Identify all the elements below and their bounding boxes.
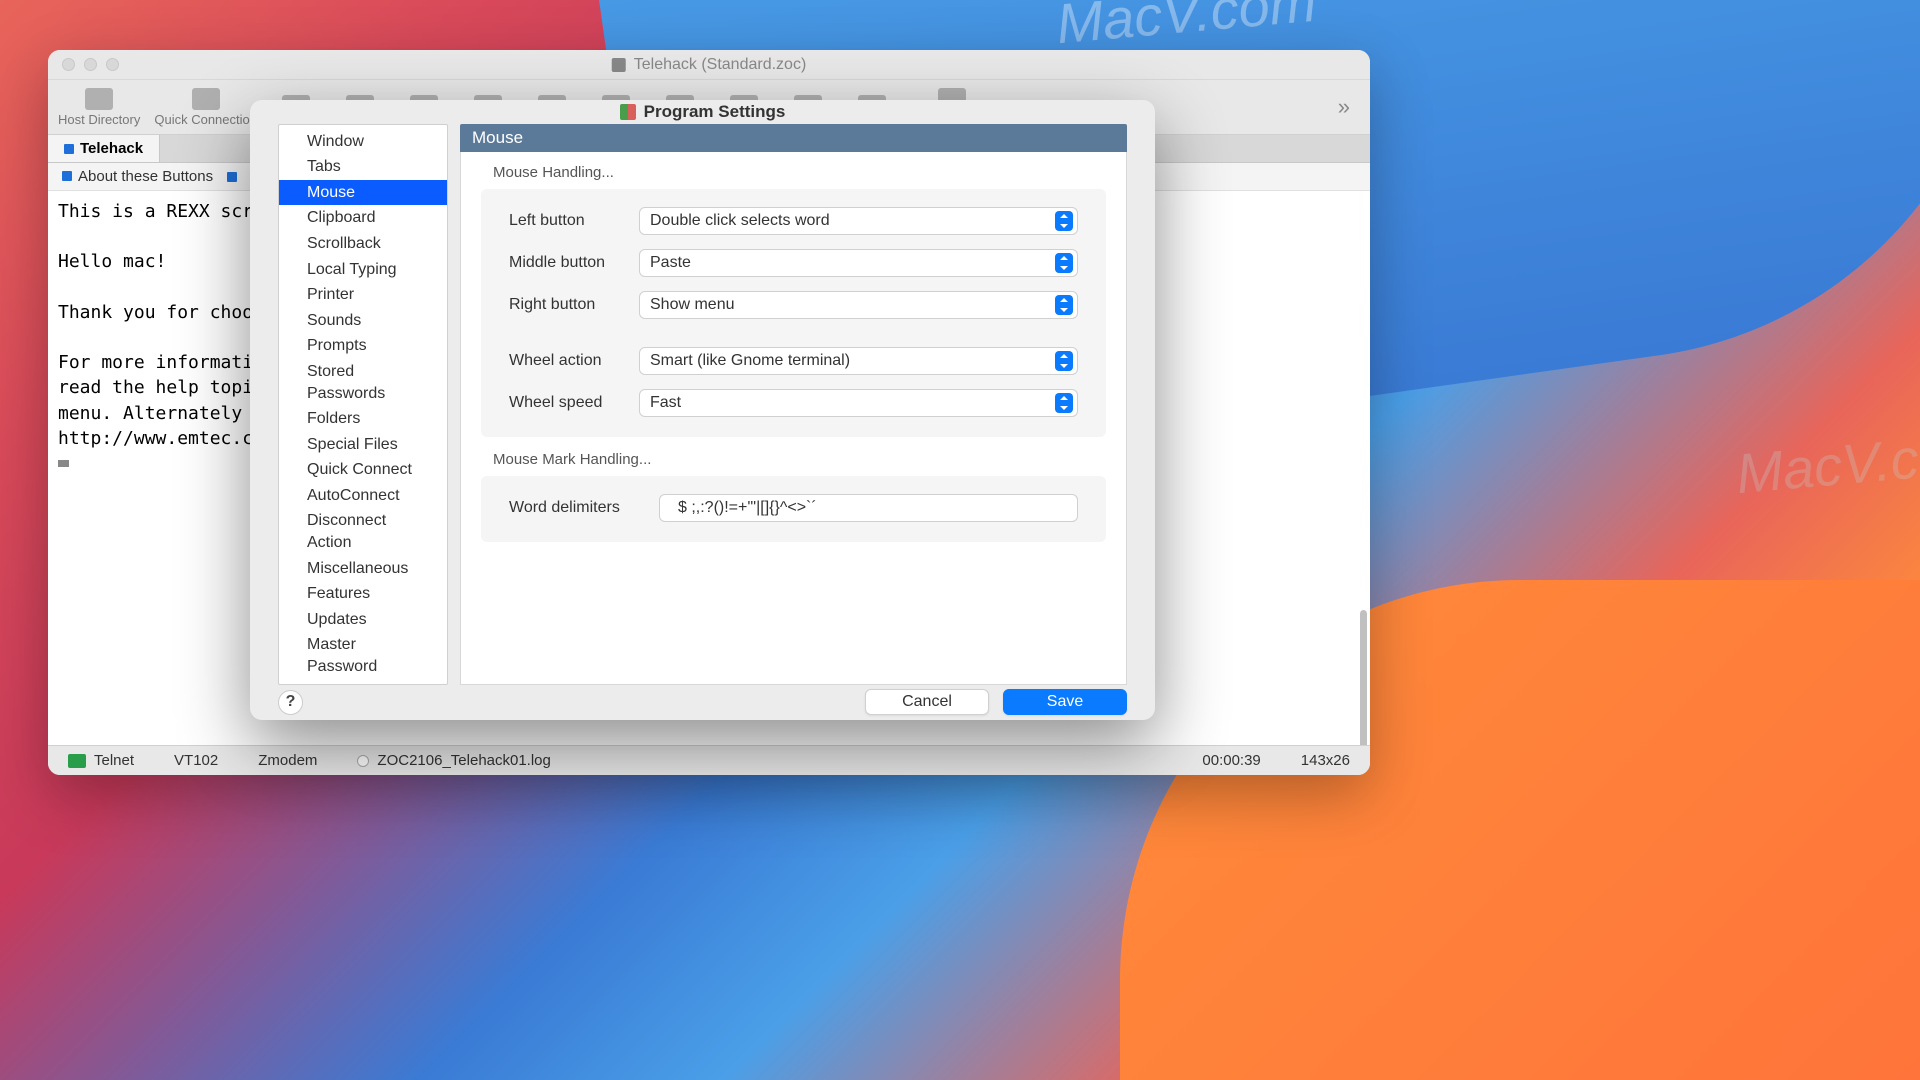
sidebar-item-sounds[interactable]: Sounds: [279, 308, 447, 334]
terminal-cursor: [58, 460, 69, 467]
sidebar-item-window[interactable]: Window: [279, 129, 447, 155]
settings-sidebar: WindowTabsMouseClipboardScrollbackLocal …: [278, 124, 448, 685]
sidebar-item-clipboard[interactable]: Clipboard: [279, 205, 447, 231]
watermark: MacV.co: [1734, 423, 1920, 506]
chevron-updown-icon: [1055, 393, 1073, 413]
sidebar-item-local-typing[interactable]: Local Typing: [279, 257, 447, 283]
sidebar-item-miscellaneous[interactable]: Miscellaneous: [279, 556, 447, 582]
word-delimiters-label: Word delimiters: [509, 499, 659, 517]
sidebar-item-master-password[interactable]: Master Password: [279, 632, 447, 679]
sidebar-item-special-files[interactable]: Special Files: [279, 432, 447, 458]
chevron-updown-icon: [1055, 253, 1073, 273]
dialog-body: WindowTabsMouseClipboardScrollbackLocal …: [250, 124, 1155, 685]
program-settings-dialog: Program Settings WindowTabsMouseClipboar…: [250, 100, 1155, 720]
dialog-titlebar[interactable]: Program Settings: [250, 100, 1155, 124]
bookmark-icon: [62, 171, 72, 181]
bookmark-icon[interactable]: [227, 172, 237, 182]
sidebar-item-updates[interactable]: Updates: [279, 607, 447, 633]
dialog-footer: ? Cancel Save: [250, 685, 1155, 720]
sidebar-item-folders[interactable]: Folders: [279, 406, 447, 432]
close-button[interactable]: [62, 58, 75, 71]
toolbar-overflow[interactable]: »: [1338, 94, 1360, 120]
wheel-action-select[interactable]: Smart (like Gnome terminal): [639, 347, 1078, 375]
wheel-speed-select[interactable]: Fast: [639, 389, 1078, 417]
word-delimiters-input[interactable]: $ ;,:?()!=+'"|[]{}^<>`´: [659, 494, 1078, 522]
status-size: 143x26: [1301, 752, 1350, 769]
group-label-mouse-handling: Mouse Handling...: [493, 164, 1106, 181]
right-button-select[interactable]: Show menu: [639, 291, 1078, 319]
window-title-icon: [612, 58, 626, 72]
window-title: Telehack (Standard.zoc): [612, 56, 807, 74]
save-button[interactable]: Save: [1003, 689, 1127, 715]
group-mouse-mark: Word delimiters $ ;,:?()!=+'"|[]{}^<>`´: [481, 476, 1106, 542]
wheel-speed-label: Wheel speed: [509, 394, 639, 412]
wheel-action-label: Wheel action: [509, 352, 639, 370]
minimize-button[interactable]: [84, 58, 97, 71]
group-mouse-handling: Left button Double click selects word Mi…: [481, 189, 1106, 437]
cancel-button[interactable]: Cancel: [865, 689, 989, 715]
connection-icon: [192, 88, 220, 110]
directory-icon: [85, 88, 113, 110]
middle-button-select[interactable]: Paste: [639, 249, 1078, 277]
left-button-label: Left button: [509, 212, 639, 230]
status-logfile[interactable]: ZOC2106_Telehack01.log: [357, 752, 550, 769]
tab-telehack[interactable]: Telehack: [48, 135, 160, 162]
settings-icon: [620, 104, 636, 120]
content-body: Mouse Handling... Left button Double cli…: [460, 152, 1127, 685]
middle-button-label: Middle button: [509, 254, 639, 272]
zoom-button[interactable]: [106, 58, 119, 71]
window-title-text: Telehack (Standard.zoc): [634, 56, 807, 74]
status-time: 00:00:39: [1202, 752, 1260, 769]
sidebar-item-features[interactable]: Features: [279, 581, 447, 607]
toolbar-label: Quick Connection: [154, 112, 257, 127]
status-transfer[interactable]: Zmodem: [258, 752, 317, 769]
right-button-label: Right button: [509, 296, 639, 314]
sidebar-item-prompts[interactable]: Prompts: [279, 333, 447, 359]
toolbar-label: Host Directory: [58, 112, 140, 127]
sidebar-item-printer[interactable]: Printer: [279, 282, 447, 308]
sidebar-item-disconnect-action[interactable]: Disconnect Action: [279, 508, 447, 555]
sidebar-item-mouse[interactable]: Mouse: [279, 180, 447, 206]
titlebar[interactable]: Telehack (Standard.zoc): [48, 50, 1370, 80]
toolbar-quick-connection[interactable]: Quick Connection: [154, 88, 257, 127]
dialog-title: Program Settings: [644, 102, 786, 122]
watermark: MacV.com: [1054, 0, 1319, 56]
tab-label: Telehack: [80, 140, 143, 157]
tab-icon: [64, 144, 74, 154]
sidebar-item-scrollback[interactable]: Scrollback: [279, 231, 447, 257]
statusbar: Telnet VT102 Zmodem ZOC2106_Telehack01.l…: [48, 745, 1370, 775]
chevron-updown-icon: [1055, 295, 1073, 315]
sidebar-item-quick-connect[interactable]: Quick Connect: [279, 457, 447, 483]
sidebar-item-stored-passwords[interactable]: Stored Passwords: [279, 359, 447, 406]
network-icon: [68, 754, 86, 768]
sidebar-item-autoconnect[interactable]: AutoConnect: [279, 483, 447, 509]
log-toggle-icon[interactable]: [357, 755, 369, 767]
settings-content: Mouse Mouse Handling... Left button Doub…: [460, 124, 1127, 685]
chevron-updown-icon: [1055, 211, 1073, 231]
left-button-select[interactable]: Double click selects word: [639, 207, 1078, 235]
content-header: Mouse: [460, 124, 1127, 152]
toolbar-host-directory[interactable]: Host Directory: [58, 88, 140, 127]
help-button[interactable]: ?: [278, 690, 303, 715]
status-emulation[interactable]: VT102: [174, 752, 218, 769]
scrollbar-thumb[interactable]: [1360, 610, 1367, 750]
bookmark-about[interactable]: About these Buttons: [62, 168, 213, 185]
traffic-lights: [48, 58, 119, 71]
group-label-mouse-mark: Mouse Mark Handling...: [493, 451, 1106, 468]
chevron-updown-icon: [1055, 351, 1073, 371]
status-protocol[interactable]: Telnet: [68, 752, 134, 769]
sidebar-item-tabs[interactable]: Tabs: [279, 154, 447, 180]
